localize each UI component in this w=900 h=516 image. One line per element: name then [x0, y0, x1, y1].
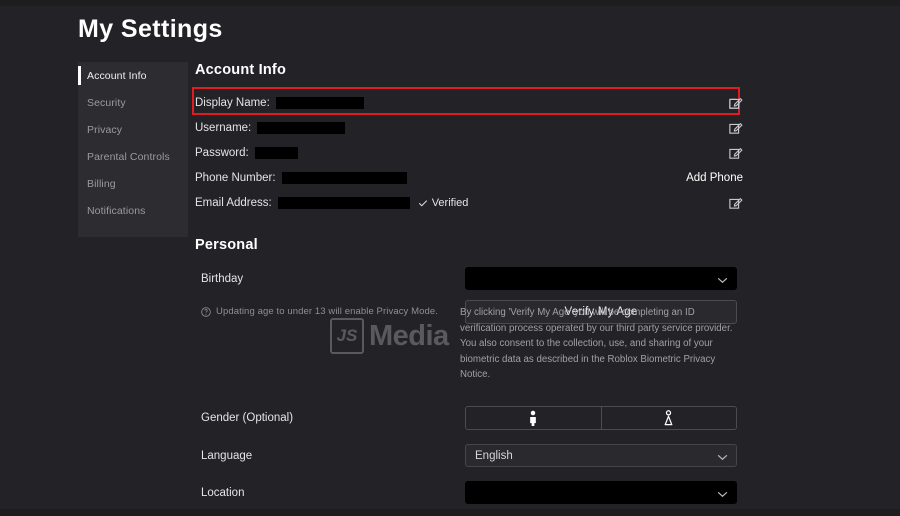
sidebar-item-security[interactable]: Security: [78, 89, 188, 116]
password-label: Password:: [195, 146, 249, 159]
language-control: English: [465, 444, 737, 467]
location-select[interactable]: [465, 481, 737, 504]
account-info-heading: Account Info: [195, 62, 287, 78]
female-figure-icon: [664, 409, 673, 425]
settings-content: Account Info Display Name: Username: Pas…: [192, 62, 755, 516]
chevron-down-icon: [717, 491, 728, 497]
display-name-label: Display Name:: [195, 96, 270, 109]
display-name-edit-button[interactable]: [728, 95, 743, 110]
sidebar-item-billing[interactable]: Billing: [78, 170, 188, 197]
edit-pencil-icon: [729, 197, 743, 209]
account-row-username[interactable]: Username:: [195, 115, 755, 140]
settings-sidebar: Account Info Security Privacy Parental C…: [78, 62, 188, 237]
gender-option-female[interactable]: [600, 407, 736, 429]
settings-page: My Settings Account Info Security Privac…: [0, 6, 900, 509]
biometric-disclaimer: By clicking 'Verify My Age' you will be …: [460, 307, 733, 380]
edit-pencil-icon: [729, 122, 743, 134]
add-phone-label: Add Phone: [686, 171, 743, 184]
personal-heading: Personal: [195, 237, 258, 253]
display-name-highlight-box: [192, 87, 740, 115]
phone-number-redacted-value: [281, 171, 407, 184]
display-name-redacted-value: [275, 96, 364, 109]
username-label: Username:: [195, 121, 252, 134]
sidebar-item-label: Billing: [87, 177, 116, 190]
phone-number-label: Phone Number:: [195, 171, 276, 184]
add-phone-button[interactable]: Add Phone: [686, 172, 743, 184]
chevron-down-icon: [717, 277, 728, 283]
email-address-edit-button[interactable]: [728, 195, 743, 210]
gender-control: [465, 406, 737, 430]
username-redacted-value: [257, 121, 346, 134]
sidebar-item-privacy[interactable]: Privacy: [78, 116, 188, 143]
language-label: Language: [201, 449, 253, 462]
sidebar-item-account-info[interactable]: Account Info: [78, 62, 188, 89]
checkmark-icon: [418, 199, 427, 207]
birthday-control: [465, 267, 737, 290]
sidebar-item-label: Account Info: [87, 69, 147, 82]
location-label: Location: [201, 486, 245, 499]
male-figure-icon: [530, 410, 537, 426]
language-select[interactable]: English: [465, 444, 737, 467]
account-row-display-name[interactable]: Display Name:: [192, 87, 755, 115]
password-redacted-value: [254, 146, 298, 159]
sidebar-item-label: Security: [87, 96, 126, 109]
gender-toggle-group: [465, 406, 737, 430]
email-verified-badge: Verified: [418, 196, 469, 209]
birthday-label: Birthday: [201, 272, 244, 285]
edit-pencil-icon: [729, 147, 743, 159]
edit-pencil-icon: [729, 97, 743, 109]
field-row-birthday: Birthday: [195, 267, 755, 290]
sidebar-item-parental-controls[interactable]: Parental Controls: [78, 143, 188, 170]
page-title: My Settings: [78, 15, 223, 43]
field-row-location: Location: [195, 481, 755, 504]
email-address-label: Email Address:: [195, 196, 272, 209]
field-row-language: Language English: [195, 444, 755, 467]
password-edit-button[interactable]: [728, 145, 743, 160]
sidebar-item-label: Notifications: [87, 204, 146, 217]
account-row-email-address[interactable]: Email Address: Verified: [195, 190, 755, 215]
gender-option-male[interactable]: [466, 407, 601, 429]
sidebar-item-label: Privacy: [87, 123, 123, 136]
verified-label: Verified: [431, 196, 469, 209]
sidebar-item-label: Parental Controls: [87, 150, 170, 163]
field-row-gender: Gender (Optional): [195, 406, 755, 430]
age-hint-text: Updating age to under 13 will enable Pri…: [216, 306, 439, 317]
location-control: [465, 481, 737, 504]
username-edit-button[interactable]: [728, 120, 743, 135]
language-value: English: [475, 449, 513, 462]
info-circle-icon: [201, 306, 211, 317]
gender-label: Gender (Optional): [201, 412, 294, 424]
sidebar-item-notifications[interactable]: Notifications: [78, 197, 188, 224]
birthday-select[interactable]: [465, 267, 737, 290]
account-row-password[interactable]: Password:: [195, 140, 755, 165]
account-info-list: Display Name: Username: Password: Phone …: [192, 87, 755, 215]
email-address-redacted-value: [277, 196, 410, 209]
chevron-down-icon: [717, 454, 728, 460]
account-row-phone-number[interactable]: Phone Number: Add Phone: [195, 165, 755, 190]
